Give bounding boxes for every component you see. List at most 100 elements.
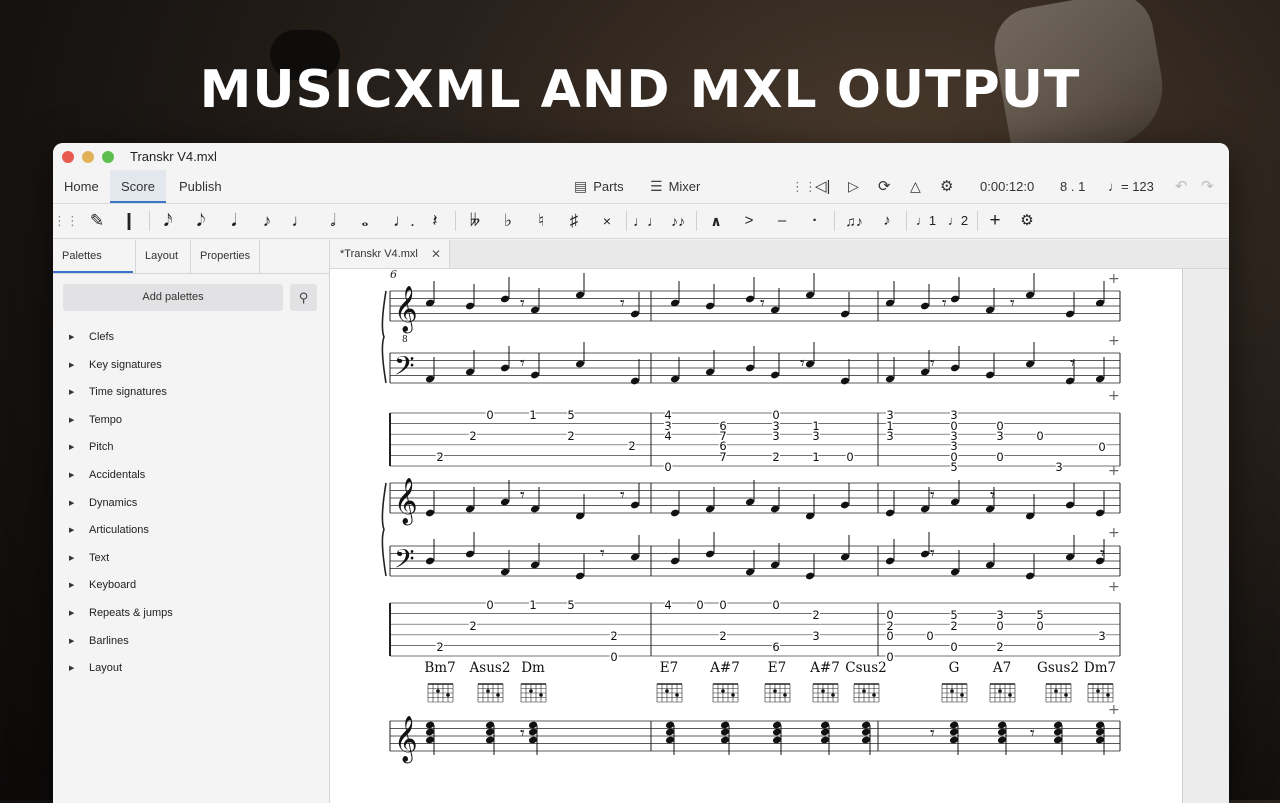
bass-clef: 𝄢 bbox=[394, 543, 415, 581]
tuplet-icon[interactable]: ♫♪ bbox=[841, 204, 867, 238]
score-canvas[interactable]: 6 𝄞 𝄢 𝄞 𝄢 𝄞 8 𝄾 𝄾 𝄾 𝄾 𝄾 𝄾 𝄾 𝄾 𝄾 𝄾 𝄾 𝄾 𝄾 𝄾 𝄾 𝄾 𝄾 𝄾 𝄾 𝄾 + + + + + + +0 1 5 2 2 2… bbox=[330, 269, 1229, 803]
mixer-button[interactable]: ☰ Mixer bbox=[650, 170, 700, 203]
brace bbox=[381, 482, 387, 577]
tab-palettes[interactable]: Palettes ··· bbox=[53, 240, 133, 295]
voice-2-icon[interactable]: ♩2 bbox=[945, 204, 971, 238]
double-flat-icon[interactable]: 𝄫 bbox=[462, 204, 488, 238]
eighth-note-icon[interactable]: ♪ bbox=[254, 204, 280, 238]
tempo-value: = 123 bbox=[1121, 179, 1154, 194]
metronome-icon[interactable]: △ bbox=[910, 170, 921, 203]
drag-handle-icon[interactable]: ⋮⋮ bbox=[53, 204, 79, 238]
chord-diagram-dot bbox=[446, 693, 450, 697]
quarter-note-icon[interactable]: ♩ bbox=[287, 204, 313, 238]
customize-icon[interactable]: ⚙ bbox=[1014, 204, 1040, 238]
expand-arrow-icon: ▶ bbox=[69, 361, 75, 369]
rest: 𝄾 bbox=[942, 293, 947, 314]
palette-item-label: Clefs bbox=[89, 331, 115, 343]
tab-publish[interactable]: Publish bbox=[168, 170, 233, 203]
chord-symbol: E7 bbox=[660, 660, 678, 676]
expand-arrow-icon: ▶ bbox=[69, 471, 75, 479]
palette-item[interactable]: ▶ Keyboard bbox=[53, 572, 329, 600]
chord-symbol: Gsus2 bbox=[1037, 660, 1079, 676]
expand-arrow-icon: ▶ bbox=[69, 665, 75, 673]
tab-number: 0 bbox=[772, 598, 779, 612]
half-note-icon[interactable]: 𝅗𝅥 bbox=[320, 204, 346, 238]
toolbar-separator bbox=[906, 211, 907, 231]
natural-icon[interactable]: ♮ bbox=[528, 204, 554, 238]
rest-icon[interactable]: 𝄽 bbox=[422, 204, 448, 238]
staccato-icon[interactable]: · bbox=[802, 204, 828, 238]
palette-item-label: Tempo bbox=[89, 413, 123, 426]
palette-item[interactable]: ▶ Barlines bbox=[53, 628, 329, 656]
voice-1-icon[interactable]: ♩1 bbox=[913, 204, 939, 238]
double-sharp-icon[interactable]: × bbox=[594, 204, 620, 238]
palette-item-label: Repeats & jumps bbox=[89, 606, 173, 619]
palette-item[interactable]: ▶ Text bbox=[53, 545, 329, 573]
whole-note-icon[interactable]: 𝅝 bbox=[352, 204, 378, 238]
slur-icon[interactable]: ♪♪ bbox=[665, 204, 691, 238]
toolbar-separator bbox=[977, 211, 978, 231]
tab-home[interactable]: Home bbox=[53, 170, 110, 203]
sharp-icon[interactable]: ♯ bbox=[561, 204, 587, 238]
play-icon[interactable]: ▷ bbox=[848, 170, 859, 203]
search-icon[interactable]: ⚲ bbox=[290, 284, 317, 311]
tab-number: 0 bbox=[664, 460, 671, 474]
thirty-second-note-icon[interactable]: 𝅘𝅥𝅮 bbox=[188, 204, 214, 238]
chord-diagram-dot bbox=[1064, 693, 1068, 697]
playback-position: 8 . 1 bbox=[1060, 179, 1086, 194]
maximize-window-button[interactable] bbox=[102, 151, 114, 163]
dotted-note-icon[interactable]: ♩. bbox=[391, 204, 417, 238]
sixty-fourth-note-icon[interactable]: 𝅘𝅥𝅯 bbox=[155, 204, 181, 238]
palette-item[interactable]: ▶ Key signatures bbox=[53, 352, 329, 380]
palette-item[interactable]: ▶ Clefs bbox=[53, 324, 329, 352]
palette-item[interactable]: ▶ Layout bbox=[53, 655, 329, 683]
close-tab-icon[interactable]: ✕ bbox=[431, 240, 441, 268]
rest: 𝄾 bbox=[800, 353, 805, 374]
playback-settings-icon[interactable]: ⚙ bbox=[940, 170, 953, 203]
palette-item[interactable]: ▶ Articulations bbox=[53, 517, 329, 545]
input-mode-icon[interactable]: ❙ bbox=[116, 204, 142, 238]
rest: 𝄾 bbox=[1010, 293, 1015, 314]
rest: 𝄾 bbox=[520, 723, 525, 744]
flat-icon[interactable]: ♭ bbox=[495, 204, 521, 238]
rewind-icon[interactable]: ◁| bbox=[815, 170, 830, 203]
rest: 𝄾 bbox=[520, 485, 525, 506]
tab-score[interactable]: Score bbox=[110, 170, 166, 203]
chord-diagram-dot bbox=[486, 689, 490, 693]
palette-item[interactable]: ▶ Repeats & jumps bbox=[53, 600, 329, 628]
redo-icon[interactable]: ↷ bbox=[1201, 170, 1214, 203]
loop-icon[interactable]: ⟳ bbox=[878, 170, 891, 203]
palette-item[interactable]: ▶ Tempo bbox=[53, 407, 329, 435]
tenuto-icon[interactable]: – bbox=[769, 204, 795, 238]
parts-button[interactable]: ▤ Parts bbox=[574, 170, 624, 203]
drag-handle-icon[interactable]: ⋮⋮ bbox=[791, 170, 817, 203]
tab-properties[interactable]: Properties bbox=[190, 240, 261, 273]
document-tab[interactable]: *Transkr V4.mxl ✕ bbox=[330, 240, 450, 268]
close-window-button[interactable] bbox=[62, 151, 74, 163]
minimize-window-button[interactable] bbox=[82, 151, 94, 163]
palette-item[interactable]: ▶ Accidentals bbox=[53, 462, 329, 490]
expand-arrow-icon: ▶ bbox=[69, 444, 75, 452]
tab-layout[interactable]: Layout bbox=[135, 240, 187, 273]
tab-number: 1 bbox=[529, 408, 536, 422]
tab-number: 0 bbox=[996, 619, 1003, 633]
marcato-icon[interactable]: ∧ bbox=[703, 204, 729, 238]
add-palettes-button[interactable]: Add palettes bbox=[63, 284, 283, 311]
tie-icon[interactable]: ♩♩ bbox=[633, 204, 661, 238]
score-notation: 6𝄞𝄢𝄞𝄢𝄞8𝄾 𝄾 𝄾 𝄾 𝄾 𝄾𝄾 𝄾 𝄾 𝄾𝄾 𝄾 𝄾 𝄾𝄾 𝄾 𝄾𝄾 𝄾 𝄾+++++++0 1 52 22… bbox=[381, 269, 1121, 764]
pencil-icon[interactable]: ✎ bbox=[84, 204, 110, 238]
add-icon[interactable]: + bbox=[982, 204, 1008, 238]
palette-item[interactable]: ▶ Time signatures bbox=[53, 379, 329, 407]
palette-item[interactable]: ▶ Pitch bbox=[53, 434, 329, 462]
sixteenth-note-icon[interactable]: 𝅘𝅥 bbox=[221, 204, 247, 238]
tempo-note-icon: ♩ bbox=[1108, 179, 1121, 194]
flip-icon[interactable]: ♪ bbox=[874, 204, 900, 238]
undo-icon[interactable]: ↶ bbox=[1175, 170, 1188, 203]
accent-icon[interactable]: > bbox=[736, 204, 762, 238]
tab-number: 3 bbox=[812, 429, 819, 443]
expand-arrow-icon: ▶ bbox=[69, 389, 75, 397]
toolbar-separator bbox=[455, 211, 456, 231]
expand-arrow-icon: ▶ bbox=[69, 416, 75, 424]
palette-item[interactable]: ▶ Dynamics bbox=[53, 490, 329, 518]
palette-item-label: Barlines bbox=[89, 634, 129, 647]
